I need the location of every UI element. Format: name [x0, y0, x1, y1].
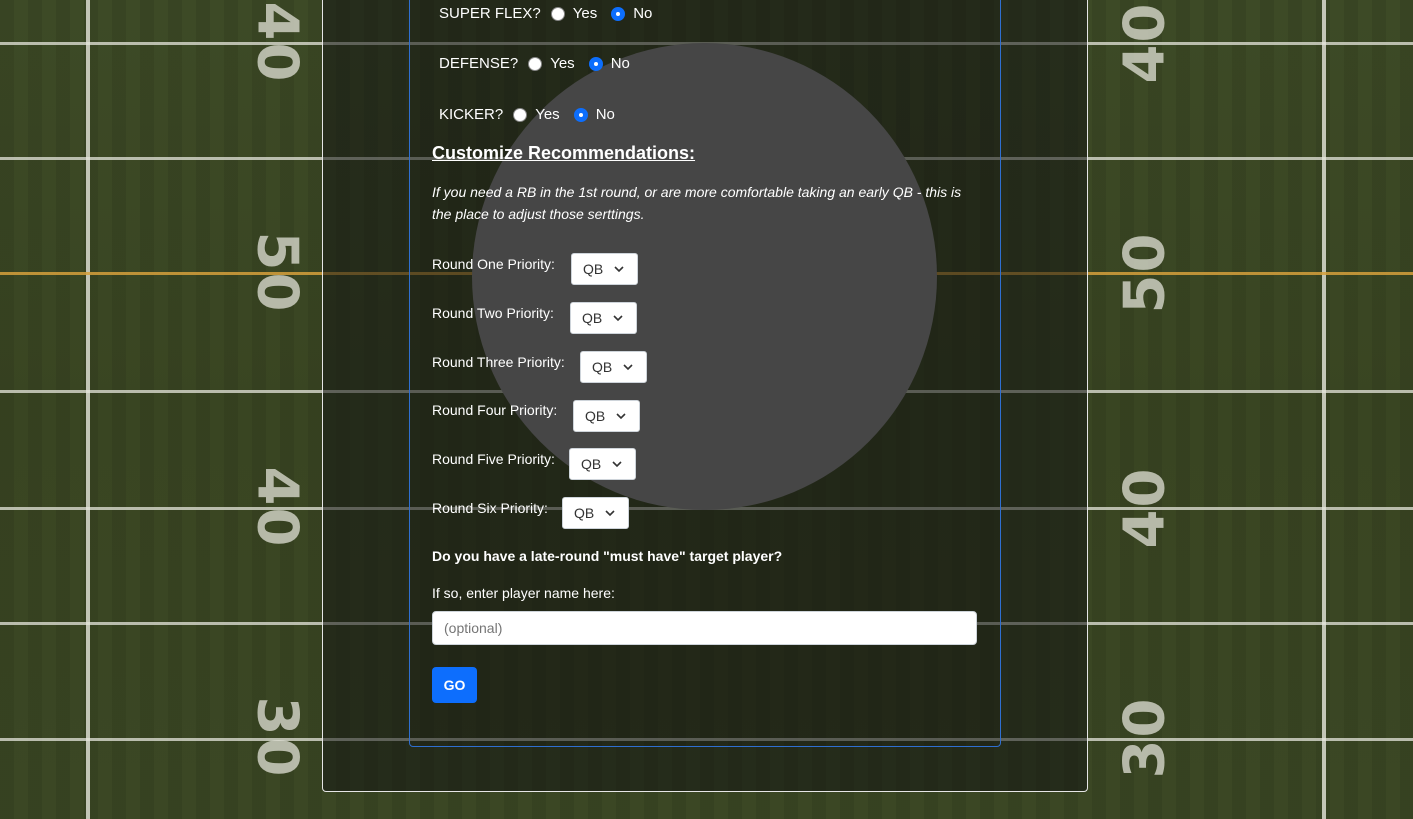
go-button[interactable]: GO: [432, 667, 477, 703]
target-player-question: Do you have a late-round "must have" tar…: [432, 548, 783, 564]
section-description: If you need a RB in the 1st round, or ar…: [432, 184, 962, 222]
priority-label-round-3: Round Three Priority:: [432, 354, 565, 370]
radio-yes[interactable]: [513, 107, 528, 122]
radio-no-label: No: [633, 5, 653, 22]
target-player-input[interactable]: [432, 611, 977, 645]
select-value: QB: [585, 408, 606, 424]
priority-label-round-1: Round One Priority:: [432, 256, 555, 272]
priority-select-round-4[interactable]: QB: [573, 400, 640, 432]
priority-select-round-1[interactable]: QB: [571, 253, 638, 285]
priority-label-round-4: Round Four Priority:: [432, 402, 558, 418]
target-player-prompt: If so, enter player name here:: [432, 585, 615, 601]
section-title: Customize Recommendations:: [432, 143, 696, 163]
priority-select-round-2[interactable]: QB: [570, 302, 637, 334]
radio-yes[interactable]: [550, 6, 565, 21]
radio-no[interactable]: [611, 6, 626, 21]
select-value: QB: [581, 456, 602, 472]
option-super-flex: SUPER FLEX? Yes No: [439, 5, 666, 22]
radio-no-label: No: [595, 106, 615, 123]
chevron-down-icon: [614, 266, 624, 273]
priority-label-round-5: Round Five Priority:: [432, 451, 555, 467]
radio-yes-label: Yes: [535, 106, 560, 123]
chevron-down-icon: [613, 315, 623, 322]
select-value: QB: [574, 505, 595, 521]
option-kicker: KICKER? Yes No: [439, 106, 629, 123]
priority-select-round-5[interactable]: QB: [569, 448, 636, 480]
chevron-down-icon: [612, 461, 622, 468]
radio-no[interactable]: [573, 107, 588, 122]
select-value: QB: [582, 310, 603, 326]
option-question: DEFENSE?: [439, 55, 519, 72]
priority-label-round-6: Round Six Priority:: [432, 500, 548, 516]
radio-no[interactable]: [588, 56, 603, 71]
settings-form: SUPER FLEX? Yes No DEFENSE? Yes No KICKE…: [0, 0, 1413, 819]
radio-yes-label: Yes: [572, 5, 598, 22]
priority-select-round-3[interactable]: QB: [580, 351, 647, 383]
chevron-down-icon: [605, 510, 615, 517]
chevron-down-icon: [616, 413, 626, 420]
priority-label-round-2: Round Two Priority:: [432, 305, 554, 321]
select-value: QB: [583, 261, 604, 277]
select-value: QB: [592, 359, 613, 375]
radio-yes[interactable]: [528, 56, 543, 71]
option-defense: DEFENSE? Yes No: [439, 55, 644, 72]
radio-no-label: No: [610, 55, 630, 72]
option-question: KICKER?: [439, 106, 504, 123]
radio-yes-label: Yes: [550, 55, 575, 72]
chevron-down-icon: [623, 364, 633, 371]
option-question: SUPER FLEX?: [439, 5, 541, 22]
priority-select-round-6[interactable]: QB: [562, 497, 629, 529]
